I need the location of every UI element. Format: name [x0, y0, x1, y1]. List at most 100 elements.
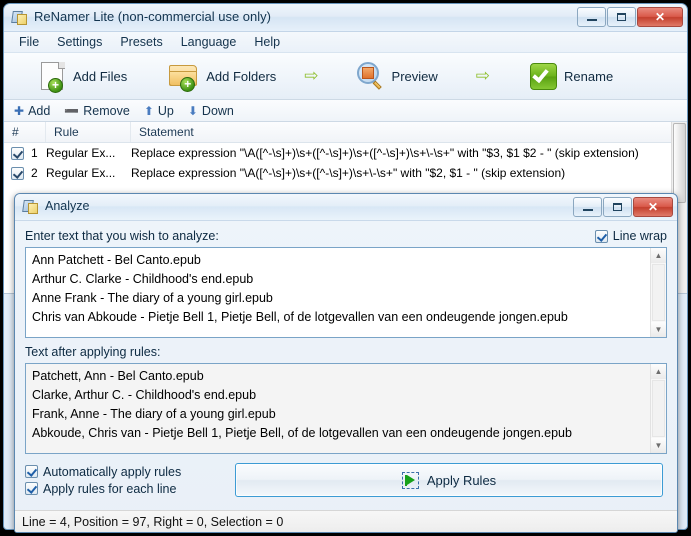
rename-button[interactable]: Rename — [530, 62, 613, 90]
input-line: Arthur C. Clarke - Childhood's end.epub — [32, 272, 254, 286]
main-titlebar[interactable]: ReNamer Lite (non-commercial use only) ✕ — [4, 4, 687, 32]
preview-button[interactable]: Preview — [356, 62, 438, 90]
close-button[interactable]: ✕ — [637, 7, 683, 27]
output-text-content: Patchett, Ann - Bel Canto.epub Clarke, A… — [26, 364, 666, 446]
line-wrap-checkbox[interactable]: Line wrap — [594, 229, 667, 243]
plus-icon: ✚ — [14, 103, 25, 118]
rule-up-button[interactable]: ⬆ Up — [144, 104, 174, 118]
preview-label: Preview — [391, 68, 438, 84]
input-textarea[interactable]: Ann Patchett - Bel Canto.epub Arthur C. … — [25, 247, 667, 338]
column-header-statement[interactable]: Statement — [131, 122, 687, 142]
analyze-footer: Automatically apply rules Apply rules fo… — [25, 463, 667, 497]
minimize-button[interactable] — [577, 7, 606, 27]
analyze-titlebar[interactable]: Analyze ✕ — [15, 194, 677, 221]
rule-type: Regular Ex... — [46, 166, 116, 180]
rule-enabled-checkbox[interactable] — [11, 146, 24, 160]
scroll-down-icon[interactable]: ▼ — [651, 438, 666, 453]
input-line: Chris van Abkoude - Pietje Bell 1, Pietj… — [32, 310, 568, 324]
auto-apply-check-icon — [25, 465, 38, 478]
output-label-row: Text after applying rules: — [25, 345, 667, 359]
app-icon — [11, 10, 28, 26]
apply-each-line-check-icon — [25, 482, 38, 495]
output-label: Text after applying rules: — [25, 345, 161, 359]
add-files-button[interactable]: + Add Files — [40, 61, 128, 93]
analyze-title: Analyze — [45, 199, 90, 213]
rule-remove-label: Remove — [83, 103, 130, 118]
rule-number: 1 — [31, 146, 38, 160]
input-label: Enter text that you wish to analyze: — [25, 229, 219, 243]
analyze-close-button[interactable]: ✕ — [633, 197, 673, 217]
maximize-button[interactable] — [607, 7, 636, 27]
rule-enabled-checkbox[interactable] — [11, 166, 24, 180]
arrow-down-icon: ⬇ — [187, 103, 198, 118]
table-row[interactable]: 1 Regular Ex... Replace expression "\A([… — [4, 143, 687, 163]
menu-language[interactable]: Language — [172, 33, 246, 51]
output-line: Frank, Anne - The diary of a young girl.… — [32, 407, 276, 421]
arrow-up-icon: ⬆ — [143, 103, 154, 118]
output-scrollbar[interactable]: ▲ ▼ — [650, 364, 666, 453]
apply-rules-button[interactable]: Apply Rules — [235, 463, 663, 497]
scrollbar-thumb[interactable] — [673, 123, 686, 203]
rule-statement: Replace expression "\A([^-\s]+)\s+([^-\s… — [131, 166, 566, 180]
main-toolbar: + Add Files + Add Folders ⇨ Preview ⇨ Re… — [4, 53, 687, 100]
auto-apply-rules-label: Automatically apply rules — [43, 464, 182, 479]
scroll-up-icon[interactable]: ▲ — [651, 248, 666, 263]
analyze-statusbar: Line = 4, Position = 97, Right = 0, Sele… — [15, 510, 677, 532]
column-header-number[interactable]: # — [4, 122, 46, 142]
rule-add-button[interactable]: ✚ Add — [14, 104, 50, 118]
input-label-row: Enter text that you wish to analyze: Lin… — [25, 229, 667, 243]
menu-help[interactable]: Help — [245, 33, 289, 51]
input-text-content: Ann Patchett - Bel Canto.epub Arthur C. … — [26, 248, 666, 330]
rule-add-label: Add — [28, 103, 51, 118]
apply-rules-label: Apply Rules — [426, 472, 497, 488]
scroll-down-icon[interactable]: ▼ — [651, 322, 666, 337]
rule-down-label: Down — [201, 103, 234, 118]
input-scroll-track[interactable] — [652, 264, 665, 321]
line-wrap-check-icon — [594, 229, 608, 243]
output-scroll-track[interactable] — [652, 380, 665, 437]
rule-statement: Replace expression "\A([^-\s]+)\s+([^-\s… — [131, 146, 639, 160]
table-row[interactable]: 2 Regular Ex... Replace expression "\A([… — [4, 163, 687, 183]
rule-number: 2 — [31, 166, 38, 180]
output-line: Abkoude, Chris van - Pietje Bell 1, Piet… — [32, 426, 572, 440]
rule-up-label: Up — [157, 103, 174, 118]
input-scrollbar[interactable]: ▲ ▼ — [650, 248, 666, 337]
status-text: Line = 4, Position = 97, Right = 0, Sele… — [22, 514, 284, 529]
column-header-rule[interactable]: Rule — [46, 122, 131, 142]
add-files-label: Add Files — [73, 68, 128, 84]
analyze-maximize-button[interactable] — [603, 197, 632, 217]
window-controls: ✕ — [577, 7, 683, 27]
add-folders-label: Add Folders — [206, 68, 277, 84]
rule-type: Regular Ex... — [46, 146, 116, 160]
input-line: Anne Frank - The diary of a young girl.e… — [32, 291, 273, 305]
scroll-up-icon[interactable]: ▲ — [651, 364, 666, 379]
apply-each-line-checkbox[interactable]: Apply rules for each line — [25, 482, 221, 496]
rule-remove-button[interactable]: ➖ Remove — [64, 104, 130, 118]
analyze-options: Automatically apply rules Apply rules fo… — [25, 465, 221, 496]
rename-check-icon — [530, 62, 558, 90]
auto-apply-rules-checkbox[interactable]: Automatically apply rules — [25, 465, 221, 479]
analyze-app-icon — [22, 199, 39, 215]
analyze-window-controls: ✕ — [573, 197, 673, 217]
menu-presets[interactable]: Presets — [111, 33, 171, 51]
rule-down-button[interactable]: ⬇ Down — [188, 104, 234, 118]
minus-icon: ➖ — [64, 103, 80, 118]
output-textarea[interactable]: Patchett, Ann - Bel Canto.epub Clarke, A… — [25, 363, 667, 454]
arrow-right-icon-1: ⇨ — [304, 66, 319, 85]
menu-file[interactable]: File — [10, 33, 48, 51]
rules-list-header: # Rule Statement — [4, 122, 687, 143]
add-folder-icon: + — [169, 63, 199, 92]
preview-magnifier-icon — [356, 62, 385, 90]
output-line: Patchett, Ann - Bel Canto.epub — [32, 369, 204, 383]
input-line: Ann Patchett - Bel Canto.epub — [32, 253, 201, 267]
add-folders-button[interactable]: + Add Folders — [169, 63, 277, 92]
output-line: Clarke, Arthur C. - Childhood's end.epub — [32, 388, 257, 402]
arrow-right-icon-2: ⇨ — [475, 66, 491, 85]
apply-each-line-label: Apply rules for each line — [43, 481, 177, 496]
line-wrap-label: Line wrap — [612, 229, 667, 243]
menu-settings[interactable]: Settings — [48, 33, 111, 51]
analyze-minimize-button[interactable] — [573, 197, 602, 217]
window-title: ReNamer Lite (non-commercial use only) — [34, 9, 271, 24]
apply-rules-icon — [401, 471, 419, 489]
analyze-dialog: Analyze ✕ Enter text that you wish to an… — [14, 193, 678, 533]
